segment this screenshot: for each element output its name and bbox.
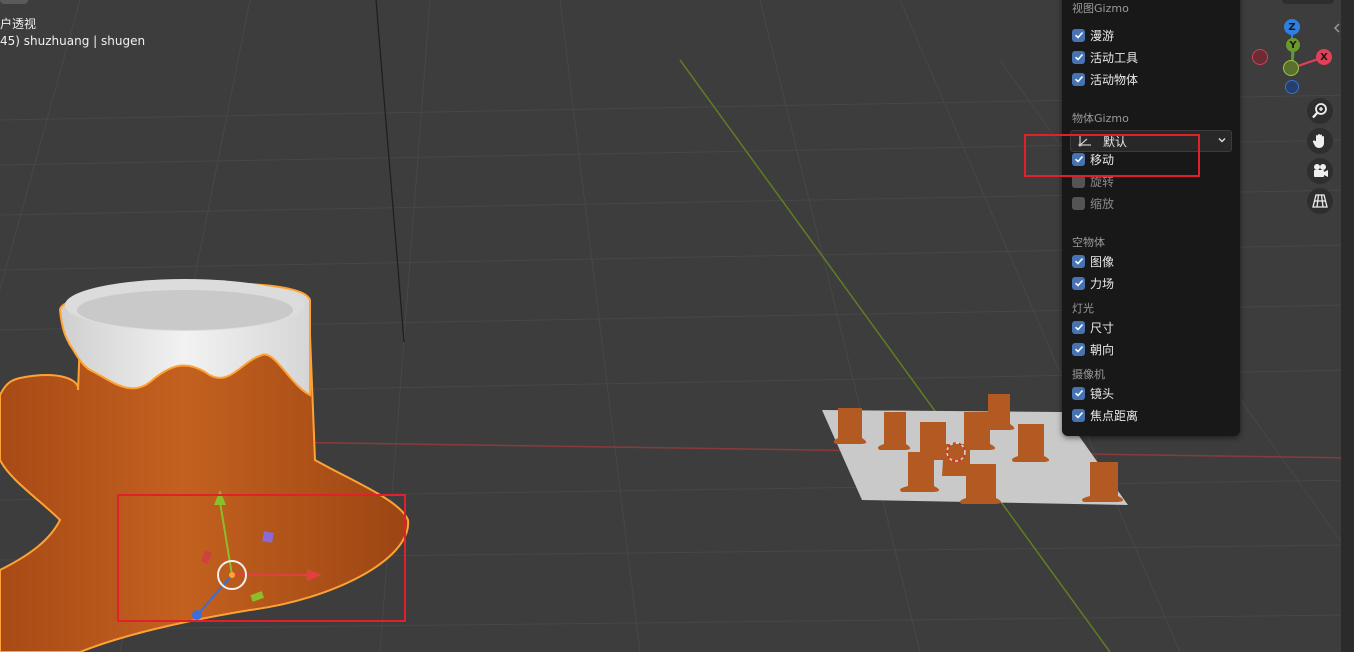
top-right-tab[interactable]: [1282, 0, 1334, 4]
perspective-grid-icon: [1312, 194, 1328, 208]
annotation-move-box: [1024, 134, 1200, 177]
y-axis-ball[interactable]: Y: [1286, 38, 1300, 52]
neg-z-axis-ball[interactable]: [1285, 80, 1299, 94]
perspective-toggle-button[interactable]: [1307, 188, 1333, 214]
checkbox-light-direction[interactable]: 朝向: [1072, 340, 1114, 358]
checkbox-label: 焦点距离: [1090, 408, 1139, 423]
pan-button[interactable]: [1307, 128, 1333, 154]
checkbox-label: 镜头: [1090, 386, 1115, 401]
checkbox-checked-icon[interactable]: [1072, 28, 1085, 42]
camera-line: [375, 0, 405, 343]
hand-pan-icon: [1312, 134, 1324, 148]
checkbox-label: 缩放: [1090, 196, 1115, 211]
checkbox-checked-icon[interactable]: [1072, 320, 1085, 334]
view-name-label: 户透视: [0, 17, 37, 31]
annotation-gizmo-box: [117, 494, 406, 622]
empty-heading: 空物体: [1072, 236, 1105, 249]
checkbox-checked-icon[interactable]: [1072, 50, 1085, 64]
zoom-icon: [1312, 103, 1327, 119]
checkbox-checked-icon[interactable]: [1072, 408, 1085, 422]
checkbox-active-tools[interactable]: 活动工具: [1072, 48, 1138, 66]
checkbox-label: 活动工具: [1090, 50, 1139, 65]
checkbox-label: 尺寸: [1090, 320, 1115, 335]
sidebar-edge[interactable]: [1341, 0, 1354, 652]
checkbox-active-object[interactable]: 活动物体: [1072, 70, 1138, 88]
neg-x-axis-ball[interactable]: [1252, 49, 1268, 65]
x-axis-ball[interactable]: X: [1316, 49, 1332, 65]
checkbox-lens[interactable]: 镜头: [1072, 384, 1114, 402]
checkbox-image[interactable]: 图像: [1072, 252, 1114, 270]
viewport-gizmos-panel: 视图Gizmo 漫游 活动工具 活动物体 物体Gizmo 默认 移动 旋转 缩放…: [1062, 0, 1240, 436]
zoom-button[interactable]: [1307, 98, 1333, 124]
z-axis-ball[interactable]: Z: [1284, 19, 1300, 35]
header-tab[interactable]: [0, 0, 28, 4]
checkbox-checked-icon[interactable]: [1072, 254, 1085, 268]
light-heading: 灯光: [1072, 302, 1094, 315]
checkbox-label: 朝向: [1090, 342, 1115, 357]
checkbox-label: 力场: [1090, 276, 1115, 291]
object-info-label: 45) shuzhuang | shugen: [0, 34, 146, 48]
camera-view-button[interactable]: [1307, 158, 1333, 184]
checkbox-label: 图像: [1090, 254, 1115, 269]
object-gizmo-heading: 物体Gizmo: [1072, 112, 1129, 125]
checkbox-checked-icon[interactable]: [1072, 342, 1085, 356]
neg-y-axis-ball[interactable]: [1283, 60, 1299, 76]
checkbox-light-size[interactable]: 尺寸: [1072, 318, 1114, 336]
checkbox-unchecked-icon[interactable]: [1072, 196, 1085, 210]
viewport-gizmo-heading: 视图Gizmo: [1072, 2, 1129, 15]
checkbox-checked-icon[interactable]: [1072, 386, 1085, 400]
checkbox-navigate[interactable]: 漫游: [1072, 26, 1114, 44]
checkbox-force-field[interactable]: 力场: [1072, 274, 1114, 292]
checkbox-checked-icon[interactable]: [1072, 276, 1085, 290]
checkbox-focus-distance[interactable]: 焦点距离: [1072, 406, 1138, 424]
checkbox-scale[interactable]: 缩放: [1072, 194, 1114, 212]
chevron-down-icon: [1218, 138, 1226, 143]
checkbox-checked-icon[interactable]: [1072, 72, 1085, 86]
checkbox-label: 活动物体: [1090, 72, 1139, 87]
camera-heading: 摄像机: [1072, 368, 1105, 381]
checkbox-label: 漫游: [1090, 28, 1115, 43]
camera-icon: [1314, 164, 1328, 177]
